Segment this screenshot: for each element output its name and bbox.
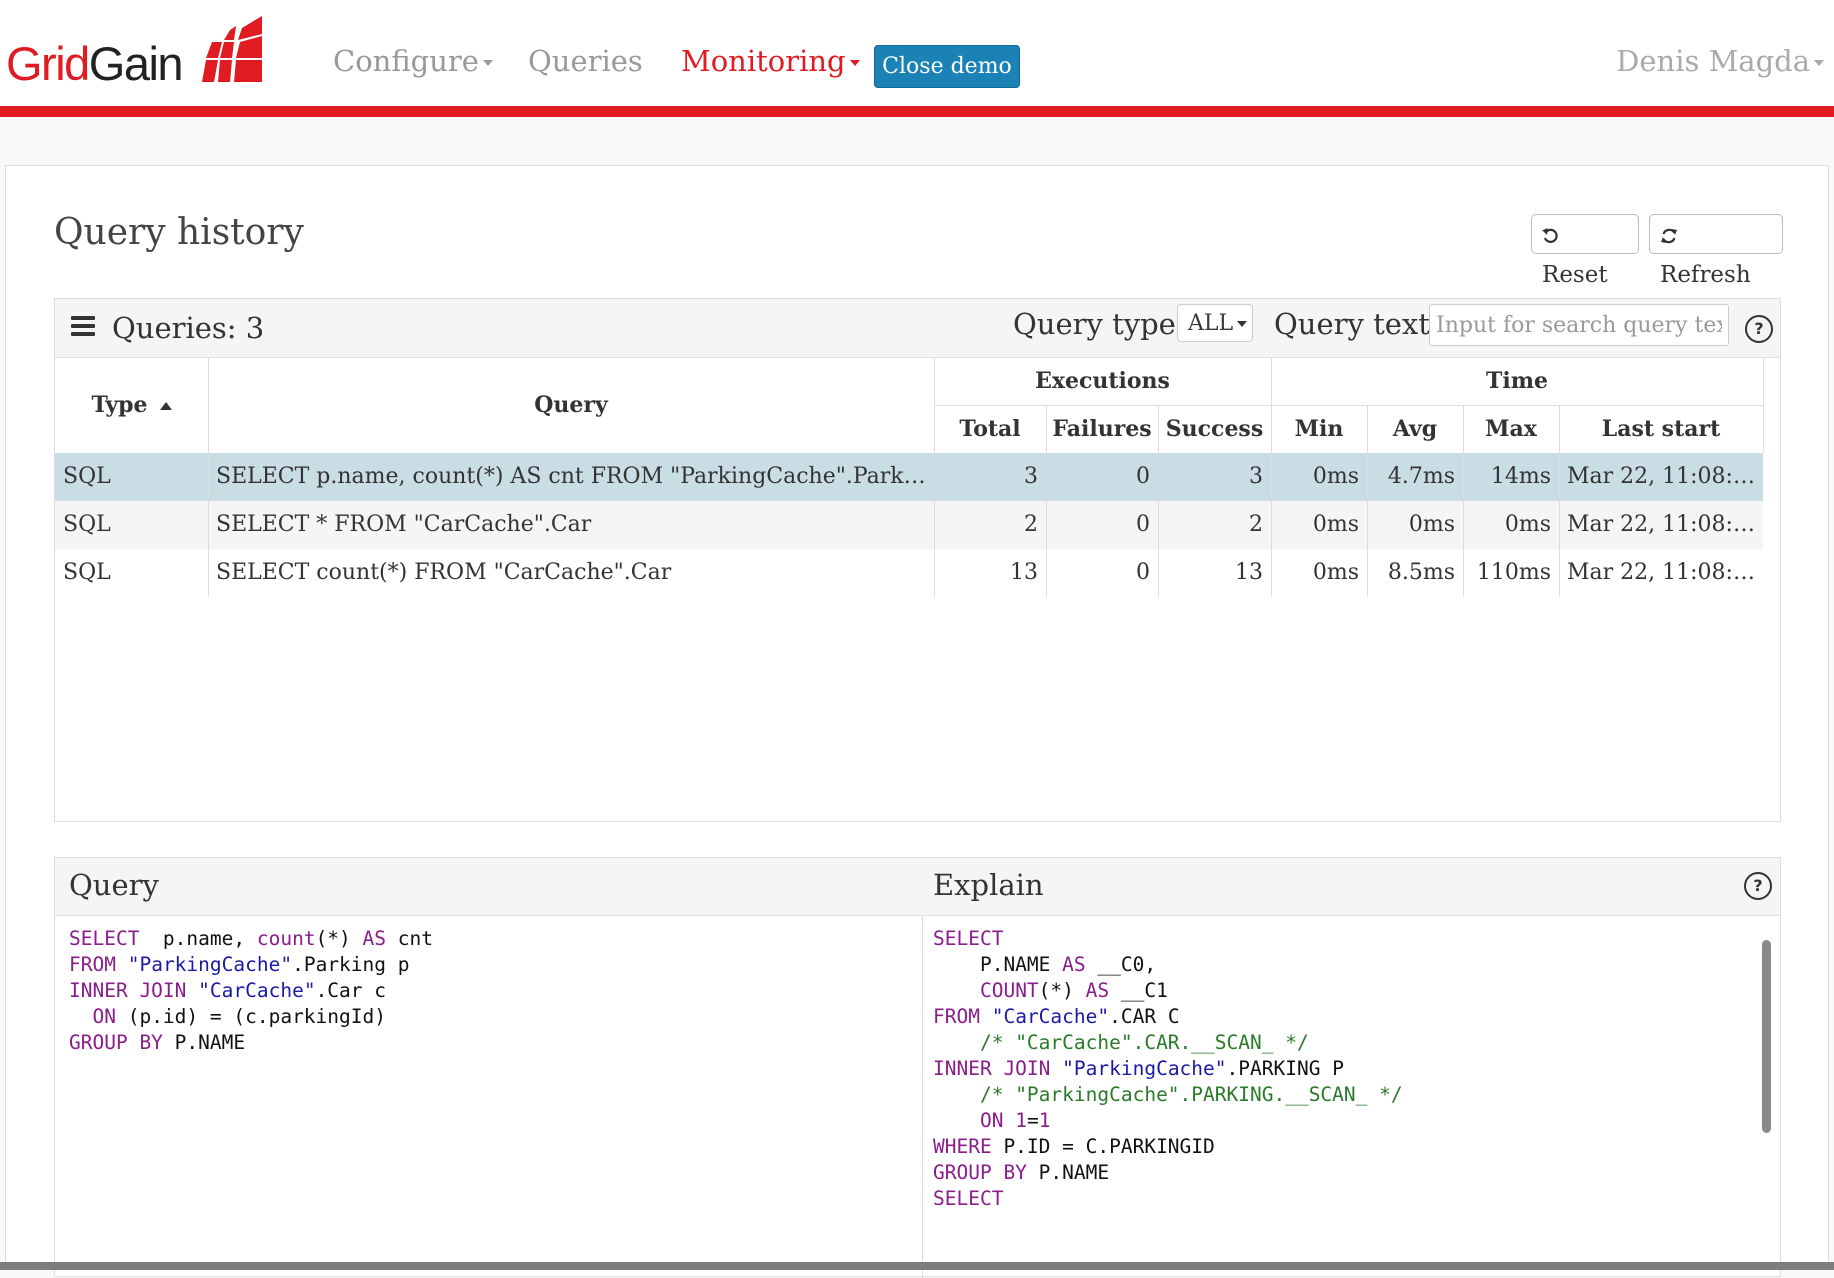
- refresh-label: Refresh: [1660, 262, 1751, 288]
- window-bottom-scrollbar[interactable]: [0, 1262, 1834, 1270]
- queries-panel: Queries: 3 Query type: ALL Query text: ?…: [54, 298, 1781, 822]
- nav-monitoring-label: Monitoring: [681, 44, 846, 78]
- cell-avg: 0ms: [1408, 512, 1455, 537]
- table-row[interactable]: SQL SELECT p.name, count(*) AS cnt FROM "…: [55, 453, 1763, 501]
- cell-total: 13: [1010, 560, 1038, 585]
- column-header-avg[interactable]: Avg: [1367, 405, 1463, 453]
- column-header-total[interactable]: Total: [934, 405, 1046, 453]
- explain-section-title: Explain: [933, 868, 1044, 902]
- top-navbar: GridGain Configure Queries Monitoring Cl…: [0, 0, 1834, 117]
- cell-type: SQL: [63, 512, 111, 537]
- cell-last-start: Mar 22, 11:08:31: [1567, 560, 1761, 585]
- cell-total: 2: [1024, 512, 1038, 537]
- cell-success: 3: [1249, 464, 1263, 489]
- menu-icon[interactable]: [71, 316, 95, 336]
- query-detail-header: Query Explain ?: [55, 858, 1780, 916]
- query-text-label: Query text:: [1274, 307, 1440, 341]
- refresh-icon: [1661, 228, 1677, 244]
- cell-last-start: Mar 22, 11:08:29: [1567, 464, 1761, 489]
- undo-icon: [1542, 228, 1558, 243]
- refresh-button[interactable]: Refresh: [1649, 214, 1783, 288]
- explain-code-viewer[interactable]: SELECT P.NAME AS __C0, COUNT(*) AS __C1 F…: [933, 926, 1403, 1212]
- column-group-executions: Executions: [1035, 368, 1170, 394]
- cell-avg: 4.7ms: [1387, 464, 1455, 489]
- reset-button[interactable]: Reset: [1531, 214, 1639, 288]
- column-header-query[interactable]: Query: [208, 357, 934, 453]
- chevron-down-icon: [1237, 321, 1248, 327]
- gridgain-logo[interactable]: GridGain: [6, 14, 262, 90]
- explain-scrollbar[interactable]: [1762, 940, 1771, 1133]
- cell-max: 14ms: [1490, 464, 1551, 489]
- query-type-label: Query type:: [1013, 307, 1186, 341]
- cell-last-start: Mar 22, 11:08:13: [1567, 512, 1761, 537]
- cell-total: 3: [1024, 464, 1038, 489]
- cell-min: 0ms: [1312, 560, 1359, 585]
- cell-failures: 0: [1136, 560, 1150, 585]
- query-detail-panel: Query Explain ? SELECT p.name, count(*) …: [54, 857, 1781, 1278]
- queries-count: Queries: 3: [112, 311, 265, 345]
- cell-query: SELECT count(*) FROM "CarCache".Car: [216, 560, 672, 585]
- column-header-type-label: Type: [91, 392, 148, 418]
- user-name: Denis Magda: [1616, 44, 1810, 78]
- table-row[interactable]: SQL SELECT count(*) FROM "CarCache".Car 13…: [55, 549, 1763, 597]
- cell-avg: 8.5ms: [1387, 560, 1455, 585]
- main-panel: Query history Reset Refresh Queries: 3 Q…: [5, 165, 1829, 1278]
- column-header-max[interactable]: Max: [1463, 405, 1559, 453]
- cell-success: 13: [1235, 560, 1263, 585]
- cell-type: SQL: [63, 464, 111, 489]
- nav-queries-label: Queries: [528, 44, 643, 78]
- page-title: Query history: [54, 212, 304, 253]
- cell-success: 2: [1249, 512, 1263, 537]
- nav-monitoring[interactable]: Monitoring: [681, 44, 860, 78]
- cell-failures: 0: [1136, 512, 1150, 537]
- chevron-down-icon: [1814, 60, 1824, 66]
- nav-configure[interactable]: Configure: [333, 44, 493, 78]
- nav-queries[interactable]: Queries: [528, 44, 643, 78]
- gridgain-logo-mark-icon: [202, 16, 262, 82]
- help-icon[interactable]: ?: [1745, 315, 1773, 343]
- brand-name: GridGain: [6, 37, 184, 90]
- column-header-failures[interactable]: Failures: [1046, 405, 1158, 453]
- column-header-type[interactable]: Type: [55, 357, 208, 453]
- column-header-success[interactable]: Success: [1158, 405, 1271, 453]
- cell-max: 0ms: [1504, 512, 1551, 537]
- cell-query: SELECT p.name, count(*) AS cnt FROM "Par…: [216, 464, 934, 489]
- column-header-min[interactable]: Min: [1271, 405, 1367, 453]
- sort-ascending-icon: [159, 402, 172, 410]
- cell-type: SQL: [63, 560, 111, 585]
- query-type-value: ALL: [1188, 311, 1234, 336]
- reset-label: Reset: [1542, 262, 1608, 288]
- table-row[interactable]: SQL SELECT * FROM "CarCache".Car 2 0 2 0ms 0ms…: [55, 501, 1763, 549]
- nav-configure-label: Configure: [333, 44, 479, 78]
- column-header-last-start[interactable]: Last start: [1559, 405, 1763, 453]
- cell-failures: 0: [1136, 464, 1150, 489]
- query-type-select[interactable]: ALL: [1177, 304, 1253, 342]
- cell-min: 0ms: [1312, 464, 1359, 489]
- query-section-title: Query: [69, 868, 159, 902]
- query-text-search-input[interactable]: [1429, 304, 1729, 346]
- close-demo-button[interactable]: Close demo: [874, 45, 1020, 88]
- cell-max: 110ms: [1476, 560, 1551, 585]
- help-icon[interactable]: ?: [1744, 872, 1772, 900]
- query-code-editor[interactable]: SELECT p.name, count(*) AS cnt FROM "Park…: [69, 926, 433, 1056]
- chevron-down-icon: [482, 60, 493, 66]
- chevron-down-icon: [849, 60, 860, 66]
- column-group-time: Time: [1485, 368, 1548, 394]
- cell-min: 0ms: [1312, 512, 1359, 537]
- user-menu[interactable]: Denis Magda: [1616, 44, 1824, 78]
- queries-panel-header: Queries: 3 Query type: ALL Query text: ?: [55, 299, 1780, 358]
- cell-query: SELECT * FROM "CarCache".Car: [216, 512, 592, 537]
